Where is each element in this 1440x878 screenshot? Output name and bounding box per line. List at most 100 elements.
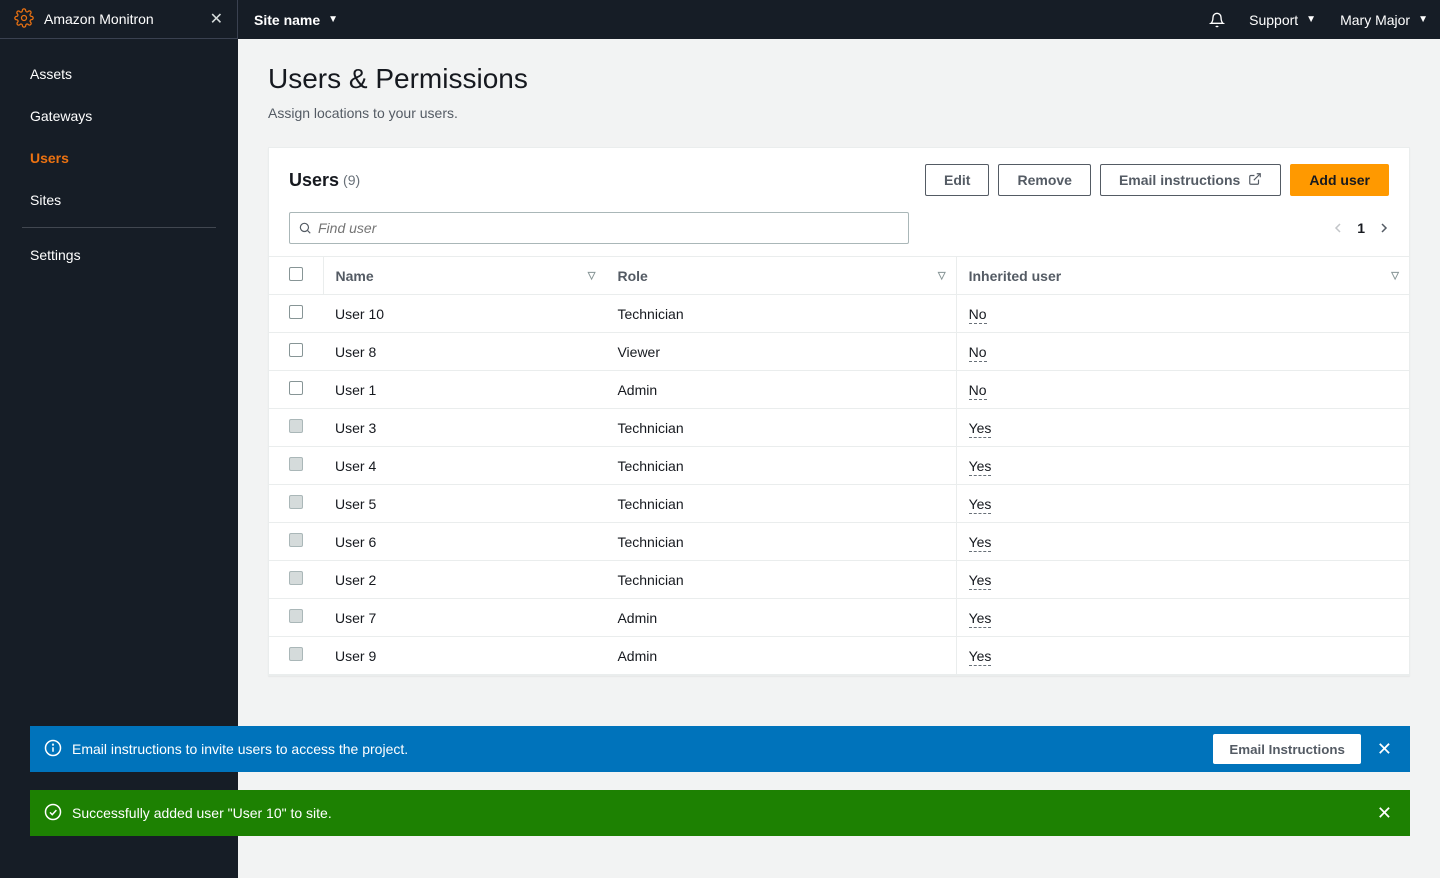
- table-row[interactable]: User 3TechnicianYes: [269, 409, 1409, 447]
- table-row[interactable]: User 4TechnicianYes: [269, 447, 1409, 485]
- top-header: Amazon Monitron ✕ Site name ▼ Support ▼ …: [0, 0, 1440, 39]
- chevron-left-icon: [1333, 223, 1343, 233]
- table-row[interactable]: User 5TechnicianYes: [269, 485, 1409, 523]
- row-checkbox: [289, 647, 303, 661]
- panel-header: Users (9) Edit Remove Email instructions…: [269, 148, 1409, 212]
- cell-inherited: Yes: [956, 447, 1409, 485]
- row-checkbox: [289, 457, 303, 471]
- support-label: Support: [1249, 12, 1298, 28]
- close-sidebar-button[interactable]: ✕: [210, 9, 223, 29]
- page-subtitle: Assign locations to your users.: [268, 105, 1410, 121]
- brand-title: Amazon Monitron: [44, 11, 210, 27]
- cell-inherited: No: [956, 333, 1409, 371]
- panel-actions: Edit Remove Email instructions Add user: [925, 164, 1389, 196]
- close-success-button[interactable]: ✕: [1373, 799, 1396, 828]
- cell-role: Viewer: [605, 333, 956, 371]
- user-name-label: Mary Major: [1340, 12, 1410, 28]
- row-checkbox[interactable]: [289, 381, 303, 395]
- search-box[interactable]: [289, 212, 909, 244]
- user-menu[interactable]: Mary Major ▼: [1328, 12, 1440, 28]
- table-row[interactable]: User 8ViewerNo: [269, 333, 1409, 371]
- email-instructions-button[interactable]: Email instructions: [1100, 164, 1281, 196]
- row-checkbox: [289, 495, 303, 509]
- nav-list: Assets Gateways Users Sites Settings: [0, 39, 238, 290]
- table-row[interactable]: User 2TechnicianYes: [269, 561, 1409, 599]
- table-row[interactable]: User 7AdminYes: [269, 599, 1409, 637]
- column-inherited[interactable]: Inherited user ▽: [956, 257, 1409, 295]
- pagination: 1: [1333, 220, 1389, 236]
- cell-name: User 3: [323, 409, 605, 447]
- info-icon: [44, 739, 72, 760]
- row-checkbox: [289, 419, 303, 433]
- cell-name: User 6: [323, 523, 605, 561]
- site-name-label: Site name: [254, 12, 320, 28]
- info-text: Email instructions to invite users to ac…: [72, 741, 1213, 757]
- select-all-header: [269, 257, 323, 295]
- select-all-checkbox[interactable]: [289, 267, 303, 281]
- page-title: Users & Permissions: [268, 63, 1410, 95]
- column-name[interactable]: Name ▽: [323, 257, 605, 295]
- caret-down-icon: ▼: [1418, 14, 1428, 25]
- cell-name: User 8: [323, 333, 605, 371]
- sidebar-item-sites[interactable]: Sites: [0, 179, 238, 221]
- sidebar-item-users[interactable]: Users: [0, 137, 238, 179]
- cell-role: Admin: [605, 599, 956, 637]
- search-input[interactable]: [318, 220, 900, 236]
- sidebar-item-settings[interactable]: Settings: [0, 234, 238, 276]
- gear-icon: [14, 8, 44, 31]
- sidebar-item-assets[interactable]: Assets: [0, 53, 238, 95]
- info-notification: Email instructions to invite users to ac…: [30, 726, 1410, 772]
- close-info-button[interactable]: ✕: [1373, 735, 1396, 764]
- users-panel: Users (9) Edit Remove Email instructions…: [268, 147, 1410, 676]
- cell-inherited: No: [956, 371, 1409, 409]
- row-checkbox: [289, 571, 303, 585]
- table-row[interactable]: User 9AdminYes: [269, 637, 1409, 675]
- cell-role: Technician: [605, 561, 956, 599]
- row-checkbox[interactable]: [289, 343, 303, 357]
- email-instructions-notif-button[interactable]: Email Instructions: [1213, 734, 1361, 764]
- chevron-right-icon: [1379, 223, 1389, 233]
- table-row[interactable]: User 10TechnicianNo: [269, 295, 1409, 333]
- table-row[interactable]: User 6TechnicianYes: [269, 523, 1409, 561]
- brand-area: Amazon Monitron ✕: [0, 0, 238, 39]
- cell-role: Technician: [605, 485, 956, 523]
- sort-icon: ▽: [938, 270, 946, 281]
- caret-down-icon: ▼: [1306, 14, 1316, 25]
- cell-inherited: Yes: [956, 599, 1409, 637]
- notifications-button[interactable]: [1197, 12, 1237, 28]
- prev-page-button[interactable]: [1333, 220, 1343, 236]
- cell-inherited: No: [956, 295, 1409, 333]
- cell-inherited: Yes: [956, 485, 1409, 523]
- cell-name: User 7: [323, 599, 605, 637]
- remove-button[interactable]: Remove: [998, 164, 1090, 196]
- email-instructions-label: Email instructions: [1119, 172, 1240, 188]
- column-role-label: Role: [617, 268, 647, 284]
- column-role[interactable]: Role ▽: [605, 257, 956, 295]
- bell-icon: [1209, 12, 1225, 28]
- cell-role: Admin: [605, 371, 956, 409]
- column-name-label: Name: [336, 268, 374, 284]
- page-number: 1: [1357, 220, 1365, 236]
- external-link-icon: [1248, 172, 1262, 189]
- filter-row: 1: [269, 212, 1409, 256]
- search-icon: [298, 221, 312, 235]
- cell-name: User 9: [323, 637, 605, 675]
- next-page-button[interactable]: [1379, 220, 1389, 236]
- success-text: Successfully added user "User 10" to sit…: [72, 805, 1373, 821]
- site-selector[interactable]: Site name ▼: [238, 12, 354, 28]
- caret-down-icon: ▼: [328, 14, 338, 25]
- cell-role: Technician: [605, 295, 956, 333]
- sort-icon: ▽: [1391, 270, 1399, 281]
- sort-icon: ▽: [588, 270, 596, 281]
- cell-role: Technician: [605, 447, 956, 485]
- success-notification: Successfully added user "User 10" to sit…: [30, 790, 1410, 836]
- cell-name: User 10: [323, 295, 605, 333]
- sidebar-item-gateways[interactable]: Gateways: [0, 95, 238, 137]
- cell-role: Technician: [605, 523, 956, 561]
- add-user-button[interactable]: Add user: [1290, 164, 1389, 196]
- row-checkbox[interactable]: [289, 305, 303, 319]
- support-menu[interactable]: Support ▼: [1237, 12, 1328, 28]
- edit-button[interactable]: Edit: [925, 164, 989, 196]
- cell-name: User 5: [323, 485, 605, 523]
- table-row[interactable]: User 1AdminNo: [269, 371, 1409, 409]
